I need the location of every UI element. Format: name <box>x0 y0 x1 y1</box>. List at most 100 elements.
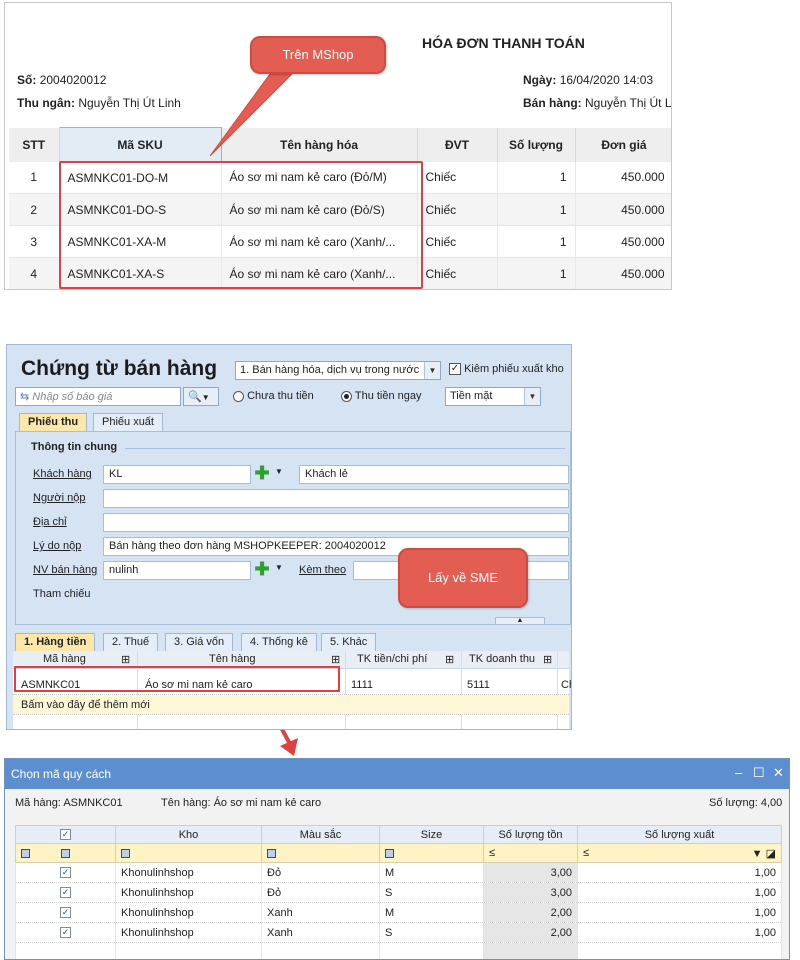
pin-icon[interactable]: ⊞ <box>445 653 454 666</box>
cell-xuat[interactable]: 1,00 <box>577 862 782 883</box>
customer-code-input[interactable]: KL <box>103 465 251 484</box>
filter-cell[interactable] <box>261 843 380 863</box>
payment-method-select[interactable]: Tiền mặt ▼ <box>445 387 541 406</box>
tab-phieu-thu[interactable]: Phiếu thu <box>19 413 88 431</box>
filter-operator[interactable]: ≤ <box>583 847 589 859</box>
chevron-down-icon[interactable]: ▼ <box>424 362 440 379</box>
nv-ban-hang-label: NV bán hàng <box>33 564 98 576</box>
filter-cell[interactable] <box>379 843 484 863</box>
checkbox-checked-icon[interactable]: ✓ <box>60 927 71 939</box>
tab-thue[interactable]: 2. Thuế <box>103 633 159 651</box>
search-icon: 🔍 <box>188 391 202 403</box>
filter-cell[interactable]: ≤ ▼ ◪ <box>577 843 782 863</box>
pin-icon[interactable]: ⊞ <box>543 653 552 666</box>
cell-size: S <box>379 922 484 943</box>
table-row[interactable]: ✓ Khonulinhshop Đỏ M 3,00 1,00 <box>15 862 782 883</box>
cell-tk-doanh-thu: 5111 <box>467 679 490 691</box>
customer-name-input[interactable]: Khách lẻ <box>299 465 569 484</box>
dialog-item-code: Mã hàng: ASMNKC01 <box>15 797 123 809</box>
cell-ton: 3,00 <box>483 862 578 883</box>
salesperson-input[interactable]: nulinh <box>103 561 251 580</box>
col-mau-sac[interactable]: Màu sắc <box>261 825 380 844</box>
empty-cell <box>483 942 578 959</box>
filter-cell[interactable] <box>15 843 116 863</box>
radio-thu-tien-ngay[interactable]: Thu tiền ngay <box>341 390 422 402</box>
quote-search-input[interactable]: ⇆ Nhập số báo giá <box>15 387 181 406</box>
nguoi-nop-label: Người nộp <box>33 492 86 504</box>
filter-icon[interactable] <box>385 848 394 858</box>
filter-icon[interactable] <box>60 848 70 858</box>
add-customer-icon[interactable]: ✚ <box>253 464 271 483</box>
chevron-down-icon[interactable]: ▼ <box>524 388 540 405</box>
col-tk-tien[interactable]: TK tiền/chi phí <box>357 653 427 665</box>
voucher-type-value: 1. Bán hàng hóa, dịch vụ trong nước <box>240 364 420 376</box>
dialog-item-name: Tên hàng: Áo sơ mi nam kẻ caro <box>161 797 322 809</box>
thu-tien-ngay-label: Thu tiền ngay <box>354 390 422 402</box>
cell-xuat[interactable]: 1,00 <box>577 882 782 903</box>
kiem-phieu-xuat-kho[interactable]: ✓ Kiêm phiếu xuất kho <box>449 363 564 376</box>
filter-operator[interactable]: ≤ <box>489 847 495 859</box>
cell-xuat[interactable]: 1,00 <box>577 902 782 923</box>
radio-chua-thu-tien[interactable]: Chưa thu tiền <box>233 390 314 402</box>
filter-icon[interactable] <box>267 848 276 858</box>
filter-icon[interactable] <box>121 848 130 858</box>
cell-tk-tien: 1111 <box>351 679 374 691</box>
cell-select[interactable]: ✓ <box>15 882 116 903</box>
filter-cell[interactable] <box>115 843 262 863</box>
checkbox-checked-icon[interactable]: ✓ <box>60 829 71 841</box>
maximize-icon[interactable]: ☐ <box>753 765 765 781</box>
radio-on-icon[interactable] <box>341 390 352 402</box>
col-size[interactable]: Size <box>379 825 484 844</box>
chevron-down-icon[interactable]: ▼ <box>275 563 283 572</box>
cell-select[interactable]: ✓ <box>15 922 116 943</box>
mshop-callout: Trên MShop <box>250 36 386 74</box>
tab-phieu-xuat[interactable]: Phiếu xuất <box>93 413 163 431</box>
cell-select[interactable]: ✓ <box>15 862 116 883</box>
cell-kho: Khonulinhshop <box>115 902 262 923</box>
minimize-icon[interactable]: – <box>735 765 742 780</box>
tab-gia-von[interactable]: 3. Giá vốn <box>165 633 234 651</box>
dia-chi-label: Địa chỉ <box>33 516 67 528</box>
col-so-luong-ton[interactable]: Số lượng tồn <box>483 825 578 844</box>
collapse-handle[interactable]: ▲ <box>495 617 545 625</box>
add-row[interactable]: Bấm vào đây để thêm mới <box>13 695 569 715</box>
checkbox-checked-icon[interactable]: ✓ <box>60 907 71 919</box>
col-tk-doanh-thu[interactable]: TK doanh thu <box>469 653 535 665</box>
chevron-down-icon[interactable]: ▼ <box>275 467 283 476</box>
tab-khac[interactable]: 5. Khác <box>321 633 377 651</box>
grid-row-highlight-box <box>14 666 340 692</box>
pin-icon[interactable]: ⊞ <box>331 653 340 666</box>
col-so-luong-xuat[interactable]: Số lượng xuất <box>577 825 782 844</box>
cell-mau: Xanh <box>261 922 380 943</box>
col-kho[interactable]: Kho <box>115 825 262 844</box>
close-icon[interactable]: ✕ <box>773 765 784 781</box>
col-ten-hang[interactable]: Tên hàng <box>209 653 255 665</box>
checkbox-checked-icon[interactable]: ✓ <box>60 867 71 879</box>
cell-mau: Đỏ <box>261 862 380 883</box>
voucher-type-select[interactable]: 1. Bán hàng hóa, dịch vụ trong nước ▼ <box>235 361 441 380</box>
filter-row: ≤ ≤ ▼ ◪ <box>15 843 782 863</box>
cell-select[interactable]: ✓ <box>15 902 116 923</box>
voucher-title: Chứng từ bán hàng <box>21 357 218 380</box>
add-salesperson-icon[interactable]: ✚ <box>253 560 271 579</box>
table-row[interactable]: ✓ Khonulinhshop Xanh M 2,00 1,00 <box>15 902 782 923</box>
table-row[interactable]: ✓ Khonulinhshop Xanh S 2,00 1,00 <box>15 922 782 943</box>
payer-input[interactable] <box>103 489 569 508</box>
cell-xuat[interactable]: 1,00 <box>577 922 782 943</box>
radio-off-icon[interactable] <box>233 390 244 402</box>
tab-hang-tien[interactable]: 1. Hàng tiền <box>15 633 96 651</box>
filter-icon[interactable] <box>21 848 30 858</box>
search-button[interactable]: 🔍▼ <box>183 387 219 406</box>
address-input[interactable] <box>103 513 569 532</box>
filter-dropdown-icon[interactable]: ▼ ◪ <box>752 847 776 860</box>
table-row[interactable]: ✓ Khonulinhshop Đỏ S 3,00 1,00 <box>15 882 782 903</box>
tab-thong-ke[interactable]: 4. Thống kê <box>241 633 317 651</box>
col-ma-hang[interactable]: Mã hàng <box>43 653 86 665</box>
kiem-phieu-label: Kiêm phiếu xuất kho <box>464 363 564 375</box>
checkbox-checked-icon[interactable]: ✓ <box>449 363 461 376</box>
checkbox-checked-icon[interactable]: ✓ <box>60 887 71 899</box>
pin-icon[interactable]: ⊞ <box>121 653 130 666</box>
col-select-all[interactable]: ✓ <box>15 825 116 844</box>
filter-cell[interactable]: ≤ <box>483 843 578 863</box>
cell-size: M <box>379 862 484 883</box>
